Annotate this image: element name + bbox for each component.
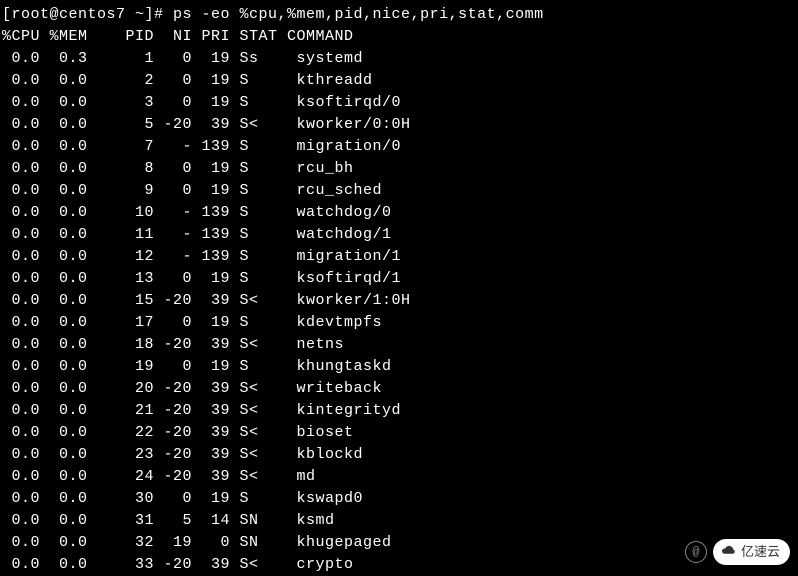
table-row: 0.0 0.0 12 - 139 S migration/1 <box>2 246 796 268</box>
table-row: 0.0 0.0 21 -20 39 S< kintegrityd <box>2 400 796 422</box>
table-row: 0.0 0.0 13 0 19 S ksoftirqd/1 <box>2 268 796 290</box>
cloud-icon <box>719 541 737 563</box>
table-row: 0.0 0.0 11 - 139 S watchdog/1 <box>2 224 796 246</box>
watermark: @ 亿速云 <box>685 539 790 565</box>
table-row: 0.0 0.0 30 0 19 S kswapd0 <box>2 488 796 510</box>
table-row: 0.0 0.0 20 -20 39 S< writeback <box>2 378 796 400</box>
table-row: 0.0 0.0 23 -20 39 S< kblockd <box>2 444 796 466</box>
table-row: 0.0 0.0 32 19 0 SN khugepaged <box>2 532 796 554</box>
table-row: 0.0 0.0 18 -20 39 S< netns <box>2 334 796 356</box>
watermark-text: 亿速云 <box>741 541 780 563</box>
table-row: 0.0 0.3 1 0 19 Ss systemd <box>2 48 796 70</box>
table-row: 0.0 0.0 22 -20 39 S< bioset <box>2 422 796 444</box>
table-row: 0.0 0.0 2 0 19 S kthreadd <box>2 70 796 92</box>
table-row: 0.0 0.0 31 5 14 SN ksmd <box>2 510 796 532</box>
table-row: 0.0 0.0 17 0 19 S kdevtmpfs <box>2 312 796 334</box>
table-row: 0.0 0.0 9 0 19 S rcu_sched <box>2 180 796 202</box>
table-row: 0.0 0.0 8 0 19 S rcu_bh <box>2 158 796 180</box>
command-prompt: [root@centos7 ~]# ps -eo %cpu,%mem,pid,n… <box>2 4 796 26</box>
table-row: 0.0 0.0 7 - 139 S migration/0 <box>2 136 796 158</box>
table-row: 0.0 0.0 19 0 19 S khungtaskd <box>2 356 796 378</box>
table-header: %CPU %MEM PID NI PRI STAT COMMAND <box>2 26 796 48</box>
table-row: 0.0 0.0 10 - 139 S watchdog/0 <box>2 202 796 224</box>
table-row: 0.0 0.0 5 -20 39 S< kworker/0:0H <box>2 114 796 136</box>
table-row: 0.0 0.0 3 0 19 S ksoftirqd/0 <box>2 92 796 114</box>
process-list: 0.0 0.3 1 0 19 Ss systemd 0.0 0.0 2 0 19… <box>2 48 796 576</box>
at-circle-icon: @ <box>685 541 707 563</box>
table-row: 0.0 0.0 15 -20 39 S< kworker/1:0H <box>2 290 796 312</box>
table-row: 0.0 0.0 24 -20 39 S< md <box>2 466 796 488</box>
watermark-badge: 亿速云 <box>713 539 790 565</box>
